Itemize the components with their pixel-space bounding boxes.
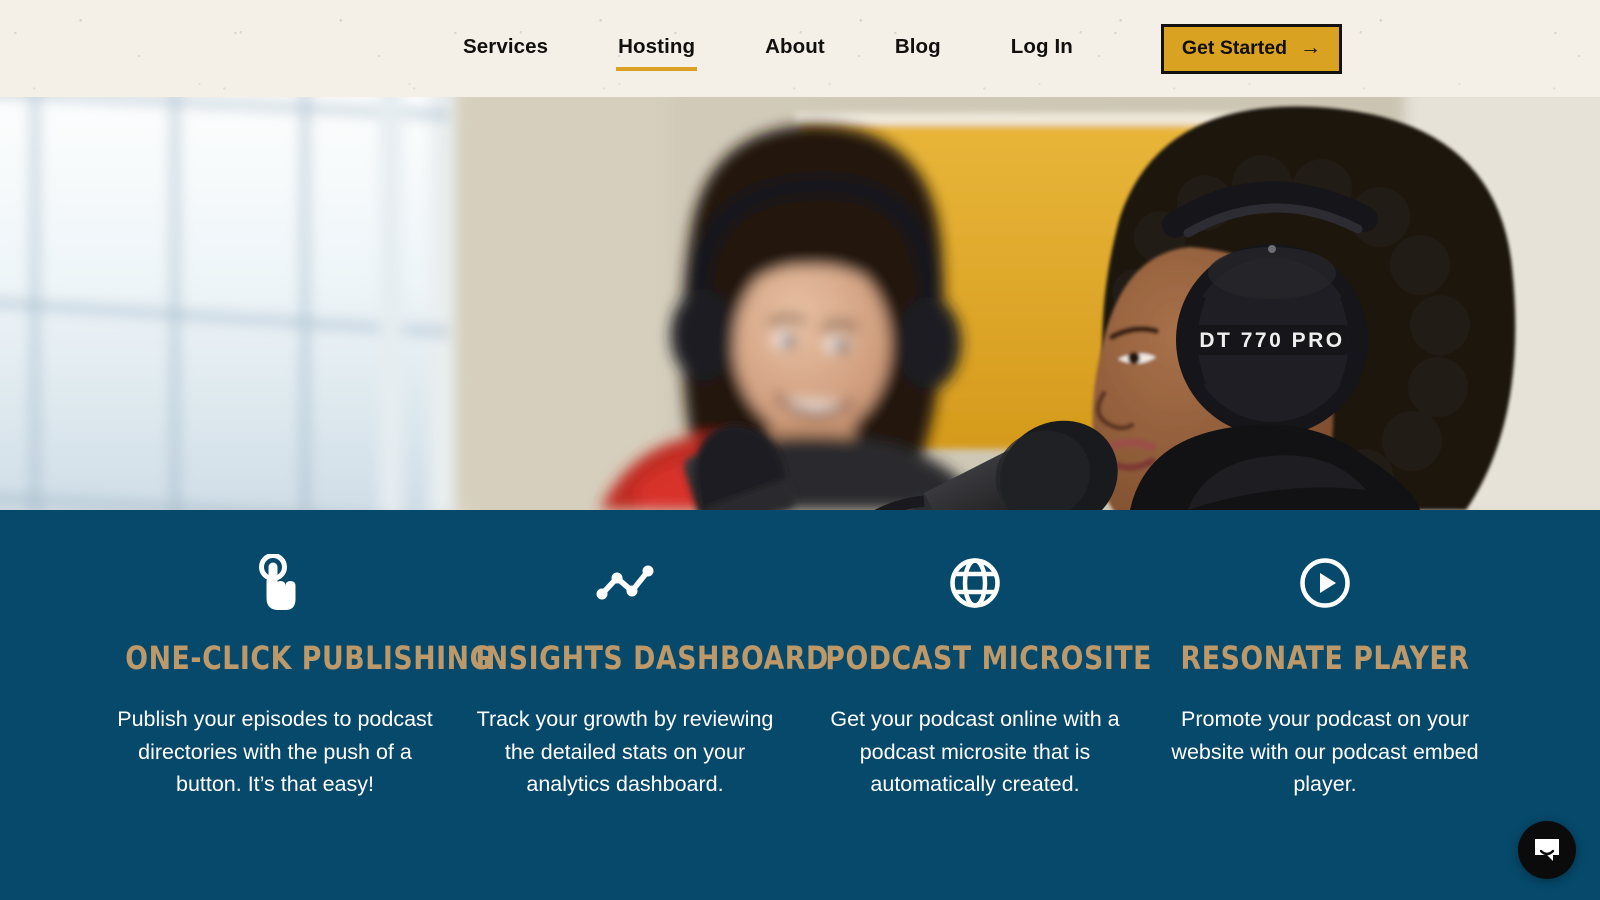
line-chart-icon [464,552,786,614]
feature-title: Insights Dashboard [475,639,829,677]
feature-title: One-Click Publishing [125,639,493,677]
get-started-label: Get Started [1181,36,1287,59]
feature-body: Promote your podcast on your website wit… [1171,707,1479,797]
nav-link-hosting[interactable]: Hosting [616,29,698,71]
landing-page: Services Hosting About Blog Log In Get S… [0,0,1600,900]
feature-title: Podcast Microsite [825,639,1153,677]
feature-body: Publish your episodes to podcast directo… [117,707,433,797]
site-header: Services Hosting About Blog Log In Get S… [0,0,1600,97]
globe-icon [814,552,1136,614]
get-started-button[interactable]: Get Started → [1160,23,1342,74]
hero-photo: DT 770 PRO [0,97,1600,510]
arrow-right-icon: → [1300,35,1321,59]
feature-card-one-click-publishing: One-Click Publishing Publish your episod… [100,552,493,801]
feature-card-insights-dashboard: Insights Dashboard Track your growth by … [450,552,829,801]
nav-link-login[interactable]: Log In [1011,29,1073,69]
nav-link-blog[interactable]: Blog [895,29,941,69]
feature-body: Get your podcast online with a podcast m… [830,707,1120,797]
feature-card-podcast-microsite: Podcast Microsite Get your podcast onlin… [800,552,1153,801]
chat-bubble-icon [1535,839,1559,861]
nav-link-about[interactable]: About [765,29,825,69]
feature-card-resonate-player: Resonate Player Promote your podcast on … [1150,552,1500,801]
play-circle-icon [1164,552,1486,614]
chat-widget-button[interactable] [1518,821,1576,879]
feature-title: Resonate Player [1180,639,1470,677]
features-section: One-Click Publishing Publish your episod… [0,510,1600,900]
primary-navigation: Services Hosting About Blog Log In Get S… [463,23,1342,74]
nav-link-services[interactable]: Services [463,29,548,69]
feature-body: Track your growth by reviewing the detai… [476,707,774,797]
tap-hand-icon [114,552,436,614]
